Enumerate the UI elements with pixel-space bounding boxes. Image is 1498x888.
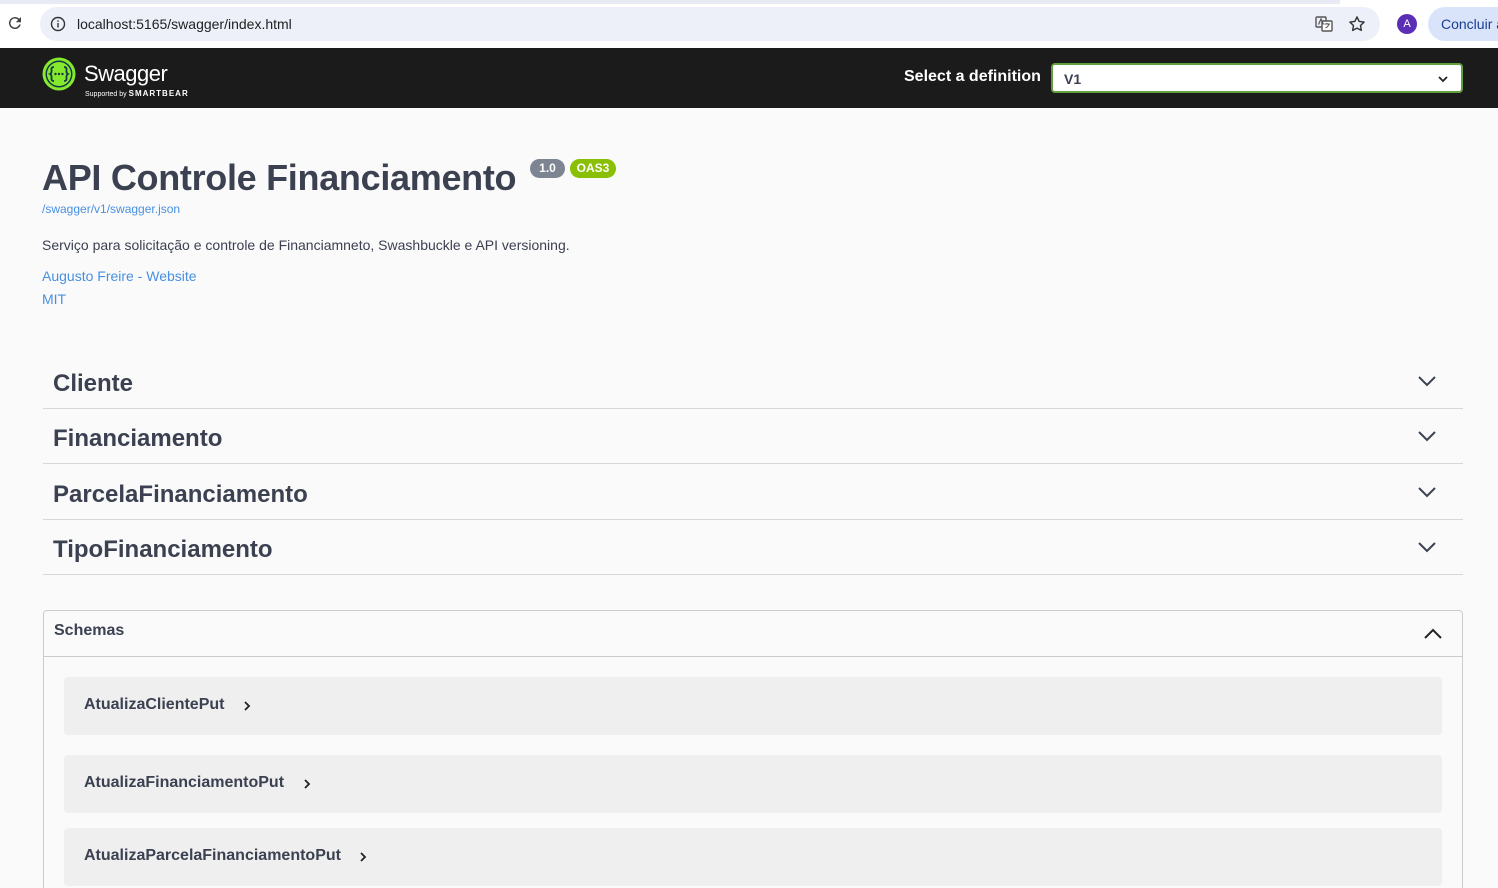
schemas-section: Schemas AtualizaClientePut AtualizaFinan… bbox=[43, 610, 1463, 888]
spec-json-link[interactable]: /swagger/v1/swagger.json bbox=[42, 202, 180, 216]
logo-subtitle: Supported by SMARTBEAR bbox=[85, 89, 189, 98]
chevron-right-icon[interactable] bbox=[240, 699, 254, 713]
definition-select[interactable]: V1 bbox=[1051, 63, 1463, 93]
schemas-title[interactable]: Schemas bbox=[54, 622, 124, 640]
address-bar[interactable]: localhost:5165/swagger/index.html bbox=[40, 7, 1380, 41]
logo-text[interactable]: Swagger bbox=[84, 61, 168, 87]
chevron-down-icon[interactable] bbox=[1417, 426, 1437, 446]
oas-badge: OAS3 bbox=[570, 159, 616, 178]
schema-model[interactable]: AtualizaFinanciamentoPut bbox=[64, 755, 1442, 813]
schema-model-name[interactable]: AtualizaFinanciamentoPut bbox=[84, 774, 284, 792]
select-definition-label: Select a definition bbox=[904, 68, 1041, 85]
finish-button[interactable]: Concluir a bbox=[1428, 7, 1498, 41]
swagger-topbar: Swagger Supported by SMARTBEAR Select a … bbox=[0, 48, 1498, 108]
translate-icon[interactable] bbox=[1315, 15, 1333, 33]
tag-section-financiamento[interactable]: Financiamento bbox=[43, 408, 1463, 464]
tag-section-tipo-financiamento[interactable]: TipoFinanciamento bbox=[43, 519, 1463, 575]
chevron-right-icon[interactable] bbox=[300, 777, 314, 791]
profile-avatar[interactable]: A bbox=[1397, 14, 1417, 34]
chevron-up-icon[interactable] bbox=[1422, 623, 1444, 645]
tag-name[interactable]: TipoFinanciamento bbox=[53, 536, 273, 564]
logo-sub-small: Supported by bbox=[85, 91, 127, 98]
license-link[interactable]: MIT bbox=[42, 291, 66, 307]
tag-name[interactable]: Cliente bbox=[53, 370, 133, 398]
definition-select-value: V1 bbox=[1064, 71, 1082, 87]
schemas-header[interactable]: Schemas bbox=[44, 611, 1462, 657]
page-title: API Controle Financiamento bbox=[42, 157, 517, 198]
contact-link[interactable]: Augusto Freire - Website bbox=[42, 268, 197, 284]
api-description: Serviço para solicitação e controle de F… bbox=[42, 237, 570, 253]
swagger-logo-icon[interactable] bbox=[42, 57, 76, 91]
logo-sub-brand: SMARTBEAR bbox=[128, 89, 189, 98]
tag-section-parcela-financiamento[interactable]: ParcelaFinanciamento bbox=[43, 464, 1463, 520]
version-badge: 1.0 bbox=[530, 159, 565, 178]
url-text[interactable]: localhost:5165/swagger/index.html bbox=[77, 16, 292, 32]
tag-name[interactable]: Financiamento bbox=[53, 425, 222, 453]
site-info-icon[interactable] bbox=[50, 16, 66, 32]
chevron-right-icon[interactable] bbox=[356, 850, 370, 864]
chevron-down-icon[interactable] bbox=[1417, 537, 1437, 557]
tab-strip-edge bbox=[0, 0, 1340, 4]
browser-toolbar: localhost:5165/swagger/index.html A Conc… bbox=[0, 0, 1498, 48]
star-icon[interactable] bbox=[1347, 14, 1367, 34]
chevron-down-icon[interactable] bbox=[1417, 371, 1437, 391]
schema-model[interactable]: AtualizaParcelaFinanciamentoPut bbox=[64, 828, 1442, 886]
chevron-down-icon bbox=[1438, 76, 1448, 83]
tag-name[interactable]: ParcelaFinanciamento bbox=[53, 481, 308, 509]
tag-section-cliente[interactable]: Cliente bbox=[43, 353, 1463, 409]
reload-icon[interactable] bbox=[6, 14, 24, 32]
schema-model[interactable]: AtualizaClientePut bbox=[64, 677, 1442, 735]
chevron-down-icon[interactable] bbox=[1417, 482, 1437, 502]
schema-model-name[interactable]: AtualizaClientePut bbox=[84, 696, 224, 714]
schema-model-name[interactable]: AtualizaParcelaFinanciamentoPut bbox=[84, 847, 341, 865]
